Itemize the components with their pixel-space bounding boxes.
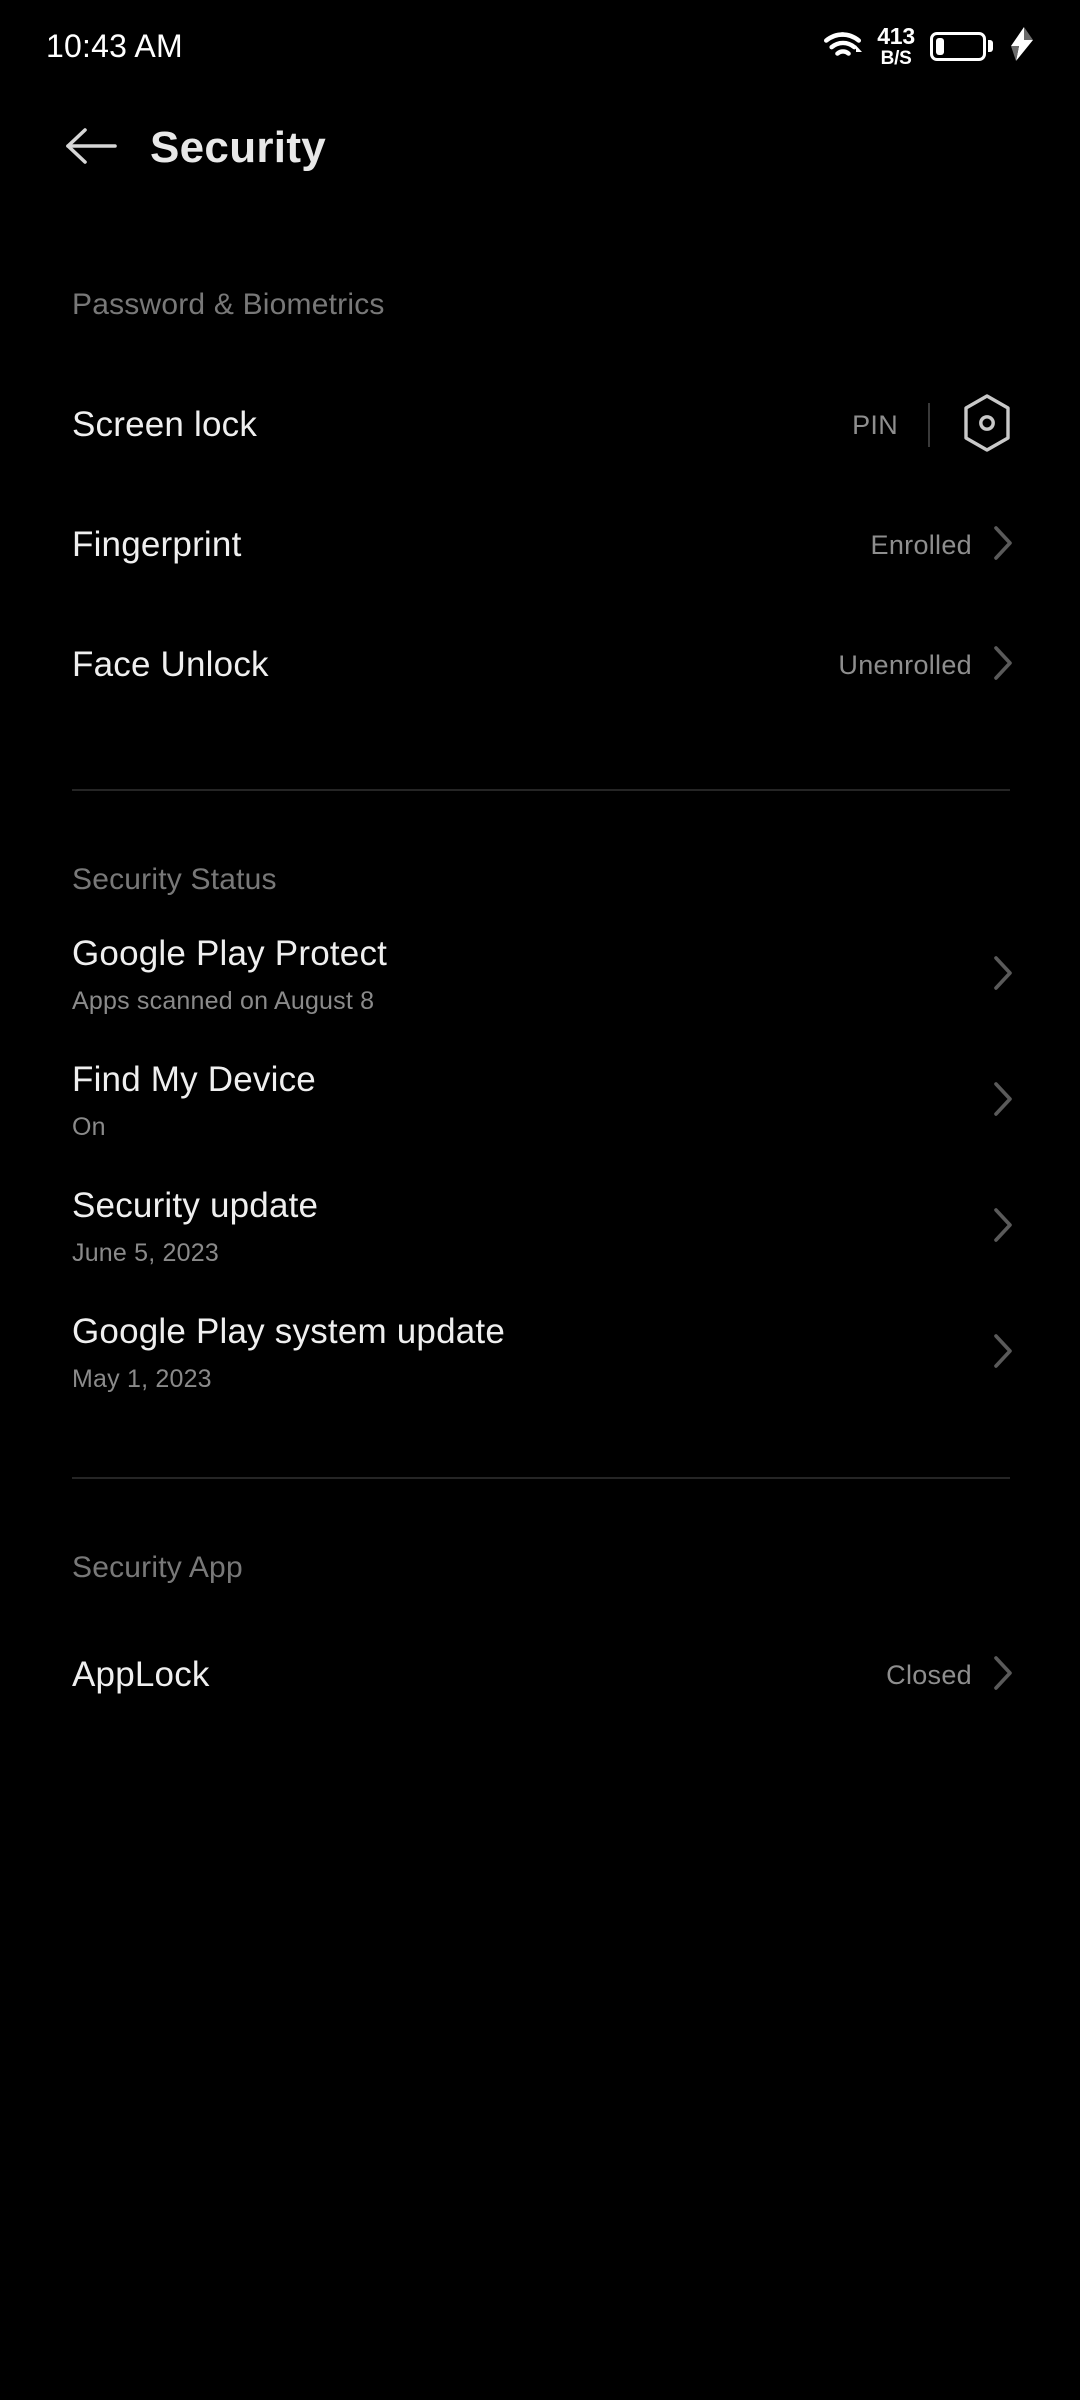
battery-icon <box>930 31 993 61</box>
battery-body <box>930 31 986 61</box>
row-fingerprint-right: Enrolled <box>871 524 1014 567</box>
row-google-play-system-update-left: Google Play system update May 1, 2023 <box>72 1312 505 1394</box>
row-find-my-device[interactable]: Find My Device On <box>0 1053 1080 1149</box>
row-applock-title: AppLock <box>72 1654 210 1694</box>
row-google-play-protect-left: Google Play Protect Apps scanned on Augu… <box>72 934 387 1016</box>
hex-gear-icon[interactable] <box>960 393 1014 458</box>
wifi-icon <box>823 28 863 65</box>
battery-cap <box>988 40 993 52</box>
row-screen-lock-left: Screen lock <box>72 405 257 445</box>
row-google-play-protect-right <box>972 954 1014 997</box>
chevron-right-icon <box>992 1206 1014 1249</box>
section-header-password-biometrics: Password & Biometrics <box>72 288 385 321</box>
row-fingerprint-value: Enrolled <box>870 529 972 560</box>
row-google-play-system-update[interactable]: Google Play system update May 1, 2023 <box>0 1305 1080 1401</box>
row-fingerprint[interactable]: Fingerprint Enrolled <box>0 497 1080 593</box>
row-find-my-device-title: Find My Device <box>72 1060 316 1100</box>
row-security-update[interactable]: Security update June 5, 2023 <box>0 1179 1080 1275</box>
page-title: Security <box>150 123 327 172</box>
status-bar-indicators: 413 B/S <box>823 22 1036 69</box>
chevron-right-icon <box>992 954 1014 997</box>
settings-list: Password & Biometrics Screen lock PIN Fi… <box>0 204 1080 1723</box>
status-bar-clock: 10:43 AM <box>46 28 183 64</box>
row-applock-left: AppLock <box>72 1655 210 1695</box>
row-screen-lock[interactable]: Screen lock PIN <box>0 377 1080 473</box>
section-header-security-status: Security Status <box>72 863 277 896</box>
row-applock-value: Closed <box>886 1659 972 1690</box>
chevron-right-icon <box>992 524 1014 567</box>
chevron-right-icon <box>992 1332 1014 1375</box>
row-face-unlock-right: Unenrolled <box>838 644 1014 687</box>
section-header-security-app: Security App <box>72 1551 243 1584</box>
app-bar: Security <box>0 92 1080 204</box>
chevron-right-icon <box>992 644 1014 687</box>
row-find-my-device-left: Find My Device On <box>72 1060 316 1142</box>
status-bar: 10:43 AM 413 B/S <box>0 0 1080 92</box>
charging-bolt-icon <box>1008 26 1036 66</box>
chevron-right-icon <box>992 1654 1014 1697</box>
row-security-update-right <box>972 1206 1014 1249</box>
row-screen-lock-title: Screen lock <box>72 404 258 444</box>
row-screen-lock-value: PIN <box>852 409 898 440</box>
row-find-my-device-right <box>972 1080 1014 1123</box>
chevron-right-icon <box>992 1080 1014 1123</box>
row-google-play-protect-title: Google Play Protect <box>72 934 388 974</box>
row-fingerprint-title: Fingerprint <box>72 524 242 564</box>
row-google-play-system-update-subtitle: May 1, 2023 <box>72 1365 212 1394</box>
back-arrow-icon <box>64 124 120 173</box>
row-face-unlock-title: Face Unlock <box>72 644 269 684</box>
row-find-my-device-subtitle: On <box>72 1113 106 1142</box>
row-security-update-subtitle: June 5, 2023 <box>72 1239 219 1268</box>
row-face-unlock[interactable]: Face Unlock Unenrolled <box>0 617 1080 713</box>
row-security-update-title: Security update <box>72 1186 319 1226</box>
row-google-play-protect-subtitle: Apps scanned on August 8 <box>72 987 375 1016</box>
back-button[interactable] <box>60 116 124 180</box>
row-face-unlock-left: Face Unlock <box>72 645 269 685</box>
row-google-play-system-update-right <box>972 1332 1014 1375</box>
row-applock-right: Closed <box>886 1654 1014 1697</box>
row-face-unlock-value: Unenrolled <box>838 649 972 680</box>
network-speed-value: 413 <box>877 22 915 49</box>
row-screen-lock-right: PIN <box>852 393 1014 458</box>
vertical-separator <box>928 403 930 447</box>
row-security-update-left: Security update June 5, 2023 <box>72 1186 318 1268</box>
network-speed-unit: B/S <box>880 47 912 69</box>
network-speed-indicator: 413 B/S <box>877 22 915 69</box>
row-google-play-protect[interactable]: Google Play Protect Apps scanned on Augu… <box>0 927 1080 1023</box>
row-google-play-system-update-title: Google Play system update <box>72 1312 506 1352</box>
row-applock[interactable]: AppLock Closed <box>0 1627 1080 1723</box>
battery-level-fill <box>936 37 944 55</box>
row-fingerprint-left: Fingerprint <box>72 525 242 565</box>
